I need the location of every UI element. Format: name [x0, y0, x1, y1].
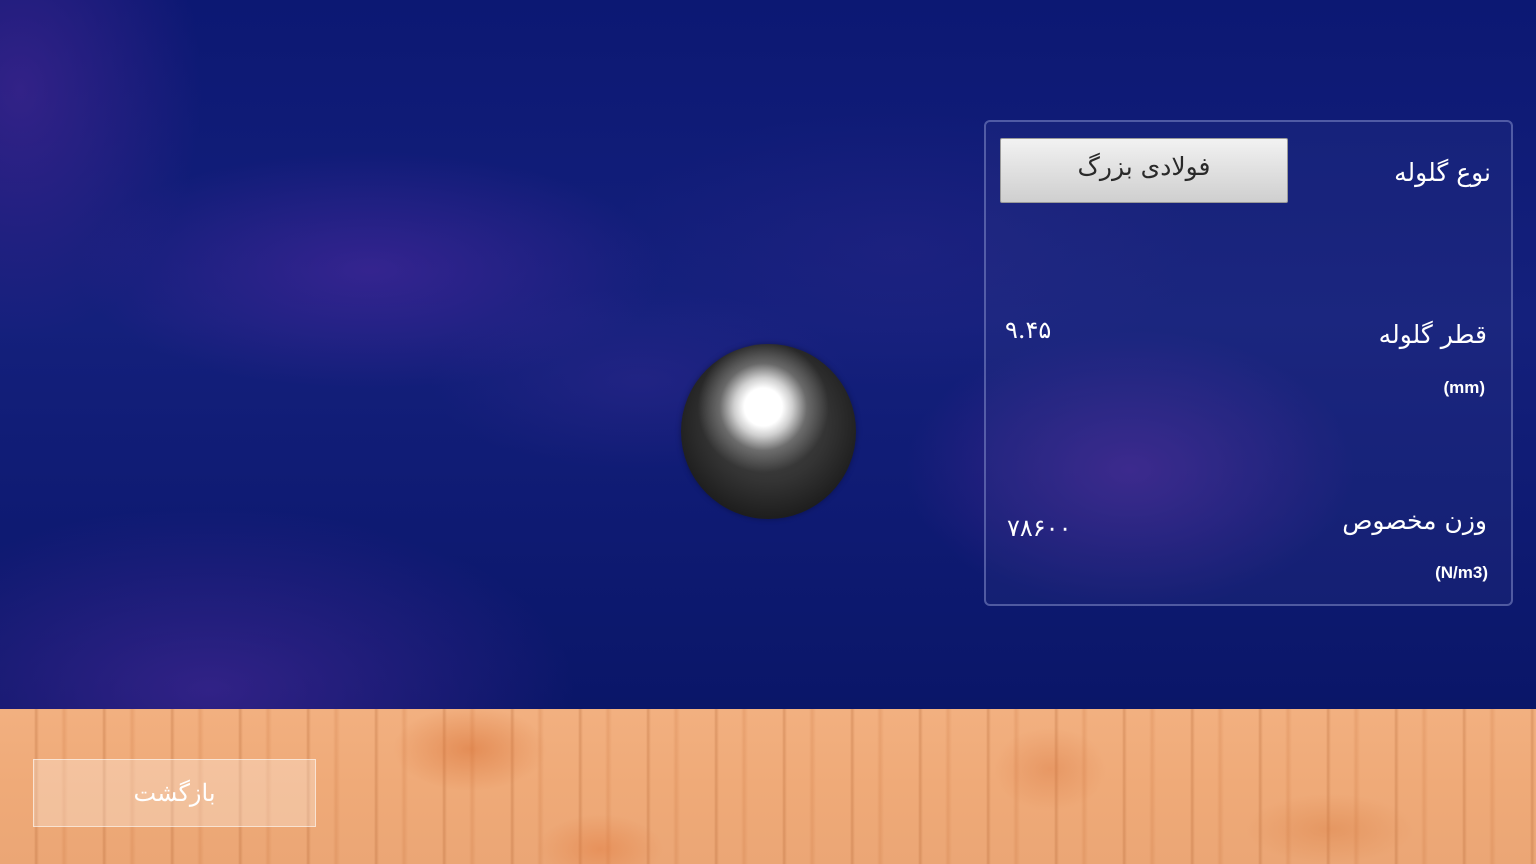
ball-properties-panel: نوع گلوله فولادی بزرگ قطر گلوله ۹.۴۵ (mm… — [984, 120, 1513, 606]
steel-ball — [681, 344, 856, 519]
ball-diameter-unit: (mm) — [1443, 378, 1485, 397]
ball-type-button[interactable]: فولادی بزرگ — [1000, 138, 1288, 203]
ball-type-label: نوع گلوله — [1394, 158, 1491, 187]
specific-weight-value: ۷۸۶۰۰ — [1007, 514, 1072, 542]
specific-weight-unit: (N/m3) — [1435, 563, 1488, 582]
simulation-stage: نوع گلوله فولادی بزرگ قطر گلوله ۹.۴۵ (mm… — [0, 0, 1536, 864]
ball-diameter-value: ۹.۴۵ — [1005, 316, 1052, 344]
back-button[interactable]: بازگشت — [33, 759, 316, 827]
ball-diameter-label: قطر گلوله — [1378, 320, 1487, 349]
specific-weight-label: وزن مخصوص — [1342, 506, 1487, 535]
